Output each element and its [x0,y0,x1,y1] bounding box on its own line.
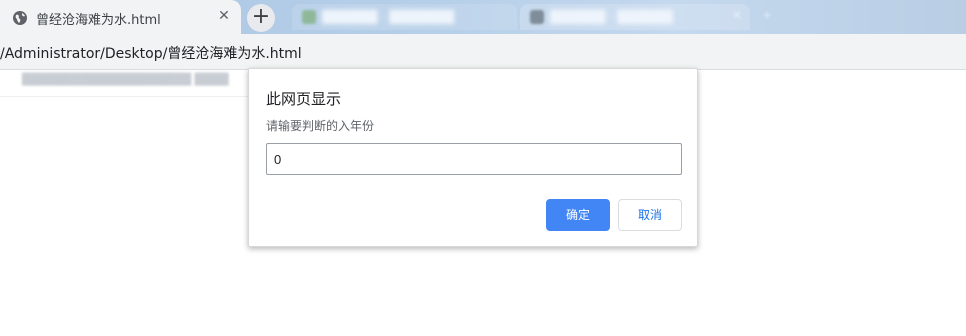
favicon-icon [302,10,316,24]
new-tab-button[interactable]: + [247,4,275,32]
page-content-text: ████████████████████ ████ [22,73,229,86]
url-text[interactable]: /Administrator/Desktop/曾经沧海难为水.html [0,43,302,63]
plus-icon[interactable]: + [762,8,772,22]
tab-strip: 曾经沧海难为水.html ✕ + ██████ - ███████ ██████… [0,0,966,34]
favicon-icon [530,10,544,24]
divider [0,96,248,97]
cancel-button[interactable]: 取消 [618,199,682,231]
dialog-message: 请输要判断的入年份 [266,119,375,133]
prompt-dialog: 此网页显示 请输要判断的入年份 确定 取消 [248,68,698,247]
tab-background[interactable]: ██████ - ██████ ✕ [520,4,750,30]
tab-background[interactable]: ██████ - ███████ [292,4,517,30]
ok-button[interactable]: 确定 [546,199,610,231]
tab-title: ██████ - ██████ [550,10,673,24]
tab-active[interactable]: 曾经沧海难为水.html ✕ [0,0,241,34]
tab-title: 曾经沧海难为水.html [36,13,161,28]
dialog-title: 此网页显示 [266,90,342,108]
address-bar[interactable]: /Administrator/Desktop/曾经沧海难为水.html [0,34,966,70]
prompt-input[interactable] [266,143,682,175]
close-icon[interactable]: ✕ [732,8,742,22]
close-icon[interactable]: ✕ [216,8,232,24]
globe-icon [12,10,28,26]
tab-title: ██████ - ███████ [322,10,454,24]
